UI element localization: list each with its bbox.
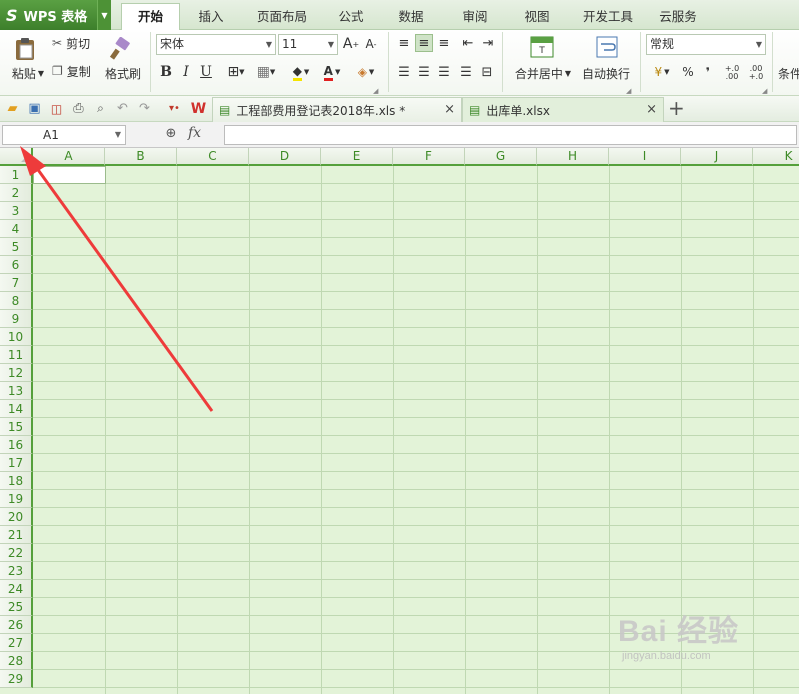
annotation-arrow <box>20 146 214 412</box>
watermark: Bai 经验 jingyan.baidu.com <box>618 606 739 662</box>
watermark-url: jingyan.baidu.com <box>622 650 711 662</box>
arrow-head <box>20 146 46 176</box>
watermark-brand: Bai 经验 <box>618 615 740 648</box>
arrow-line <box>29 159 214 412</box>
